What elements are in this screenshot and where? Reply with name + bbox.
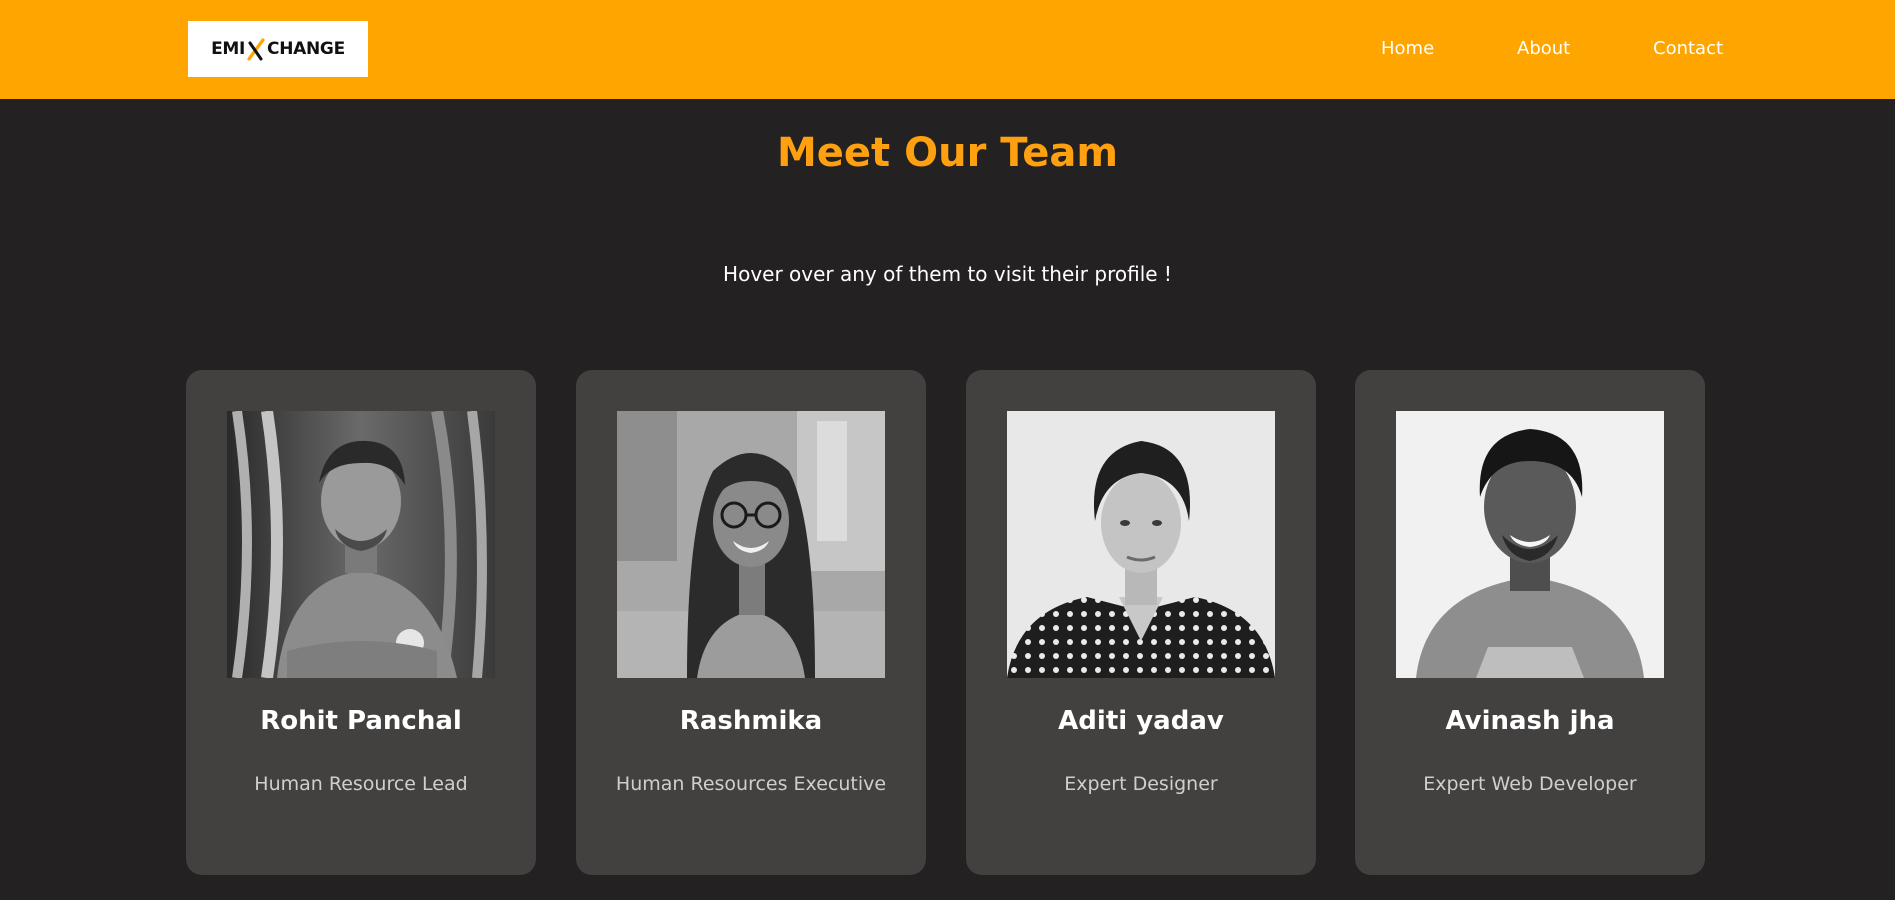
team-card-avinash-jha[interactable]: Avinash jha Expert Web Developer — [1355, 370, 1705, 875]
team-card-rashmika[interactable]: Rashmika Human Resources Executive — [576, 370, 926, 875]
team-member-role: Expert Web Developer — [1423, 773, 1637, 795]
team-member-role: Human Resource Lead — [254, 773, 468, 795]
team-member-name: Aditi yadav — [1058, 706, 1224, 736]
nav-contact-link[interactable]: Contact — [1653, 38, 1723, 59]
nav-about-link[interactable]: About — [1517, 38, 1570, 59]
rashmika-photo — [617, 411, 885, 678]
team-member-name: Avinash jha — [1445, 706, 1615, 736]
team-member-name: Rashmika — [679, 706, 823, 736]
rohit-panchal-photo — [227, 411, 495, 678]
nav-home-link[interactable]: Home — [1381, 38, 1434, 59]
aditi-yadav-photo — [1007, 411, 1275, 678]
team-member-name: Rohit Panchal — [260, 706, 462, 736]
nav-links: Home About Contact — [0, 0, 1895, 99]
page-subtitle: Hover over any of them to visit their pr… — [723, 262, 1172, 286]
page-title: Meet Our Team — [776, 130, 1118, 176]
team-member-role: Human Resources Executive — [615, 773, 887, 795]
avinash-jha-photo — [1396, 411, 1664, 678]
team-card-rohit-panchal[interactable]: Rohit Panchal Human Resource Lead — [186, 370, 536, 875]
top-navbar: EMI CHANGE Home About Contact — [0, 0, 1895, 99]
team-card-aditi-yadav[interactable]: Aditi yadav Expert Designer — [966, 370, 1316, 875]
team-member-role: Expert Designer — [1064, 773, 1218, 795]
